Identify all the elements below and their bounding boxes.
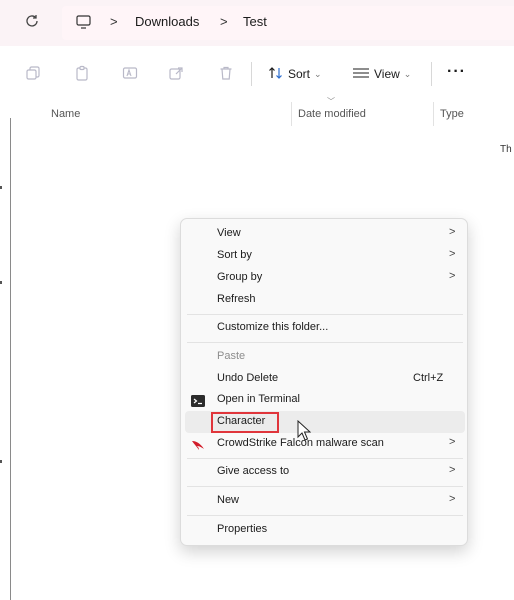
menu-item-shortcut: Ctrl+Z (413, 372, 444, 384)
this-pc-icon[interactable] (76, 15, 91, 29)
chevron-right-icon[interactable]: > (220, 14, 228, 29)
menu-item-label: Give access to (217, 465, 290, 477)
menu-item-customize-folder[interactable]: Customize this folder... (181, 317, 467, 339)
menu-item-label: Properties (217, 523, 268, 535)
column-divider[interactable] (433, 102, 434, 126)
menu-separator (187, 515, 463, 516)
chevron-down-icon: ⌄ (403, 68, 412, 79)
chevron-right-icon: > (449, 436, 456, 448)
column-divider[interactable] (291, 102, 292, 126)
view-button[interactable]: View ⌄ (352, 65, 411, 83)
chevron-right-icon[interactable]: > (110, 14, 118, 29)
menu-separator (187, 458, 463, 459)
rename-icon[interactable] (122, 65, 138, 81)
chevron-right-icon: > (449, 248, 456, 260)
column-header-type[interactable]: Type (440, 108, 464, 120)
menu-item-view[interactable]: View > (181, 223, 467, 245)
breadcrumb-downloads[interactable]: Downloads (135, 14, 199, 29)
breadcrumb-test[interactable]: Test (243, 14, 267, 29)
copy-icon[interactable] (25, 65, 41, 81)
menu-item-label: Customize this folder... (217, 321, 329, 333)
crowdstrike-falcon-icon (191, 438, 205, 450)
terminal-icon (191, 394, 205, 407)
menu-item-label: Sort by (217, 249, 252, 261)
menu-item-new[interactable]: New > (181, 490, 467, 512)
menu-item-crowdstrike-scan[interactable]: CrowdStrike Falcon malware scan > (181, 433, 467, 455)
column-header-date-modified[interactable]: Date modified (298, 108, 366, 120)
sort-caret-icon: ﹀ (327, 97, 335, 106)
share-icon[interactable] (168, 65, 184, 81)
view-list-icon (352, 67, 370, 82)
paste-icon[interactable] (74, 65, 90, 81)
refresh-icon[interactable] (24, 13, 42, 31)
navigation-pane-marker (0, 186, 2, 189)
menu-item-label: Refresh (217, 293, 256, 305)
menu-item-give-access-to[interactable]: Give access to > (181, 461, 467, 483)
menu-item-label: Paste (217, 350, 246, 362)
address-bar-area: > Downloads > Test (0, 0, 514, 46)
sort-label: Sort (288, 67, 311, 81)
menu-item-sort-by[interactable]: Sort by > (181, 245, 467, 267)
menu-item-paste: Paste (181, 346, 467, 368)
command-toolbar: Sort ⌄ View ⌄ ··· (0, 46, 514, 102)
mouse-cursor-icon (297, 419, 312, 442)
column-header-name[interactable]: Name (51, 108, 80, 120)
column-header-row: Name Date modified Type (0, 102, 514, 126)
navigation-pane-marker (0, 460, 2, 463)
menu-item-label: Undo Delete (217, 372, 279, 384)
menu-separator (187, 486, 463, 487)
chevron-right-icon: > (449, 493, 456, 505)
menu-separator (187, 314, 463, 315)
menu-item-undo-delete[interactable]: Undo Delete Ctrl+Z (181, 368, 467, 390)
highlight-annotation-box (211, 412, 279, 433)
menu-item-label: Group by (217, 271, 263, 283)
context-menu: View > Sort by > Group by > Refresh Cust… (180, 218, 468, 546)
menu-item-open-in-terminal[interactable]: Open in Terminal (181, 389, 467, 411)
delete-icon[interactable] (218, 65, 234, 81)
menu-item-properties[interactable]: Properties (181, 519, 467, 541)
menu-item-refresh[interactable]: Refresh (181, 289, 467, 311)
menu-item-group-by[interactable]: Group by > (181, 267, 467, 289)
menu-separator (187, 342, 463, 343)
chevron-right-icon: > (449, 464, 456, 476)
toolbar-divider (431, 62, 432, 86)
navigation-pane-marker (0, 281, 2, 284)
breadcrumb[interactable]: > Downloads > Test (62, 6, 514, 40)
menu-item-label: View (217, 227, 241, 239)
more-options-button[interactable]: ··· (447, 63, 466, 81)
chevron-right-icon: > (449, 226, 456, 238)
chevron-down-icon: ⌄ (314, 68, 322, 79)
navigation-pane-border[interactable] (10, 118, 11, 600)
view-label: View (374, 67, 400, 81)
empty-folder-message: Th (500, 144, 512, 155)
menu-item-label: New (217, 494, 240, 506)
sort-button[interactable]: Sort ⌄ (268, 65, 322, 83)
sort-icon (268, 66, 284, 83)
menu-item-label: Open in Terminal (217, 393, 300, 405)
toolbar-divider (251, 62, 252, 86)
chevron-right-icon: > (449, 270, 456, 282)
